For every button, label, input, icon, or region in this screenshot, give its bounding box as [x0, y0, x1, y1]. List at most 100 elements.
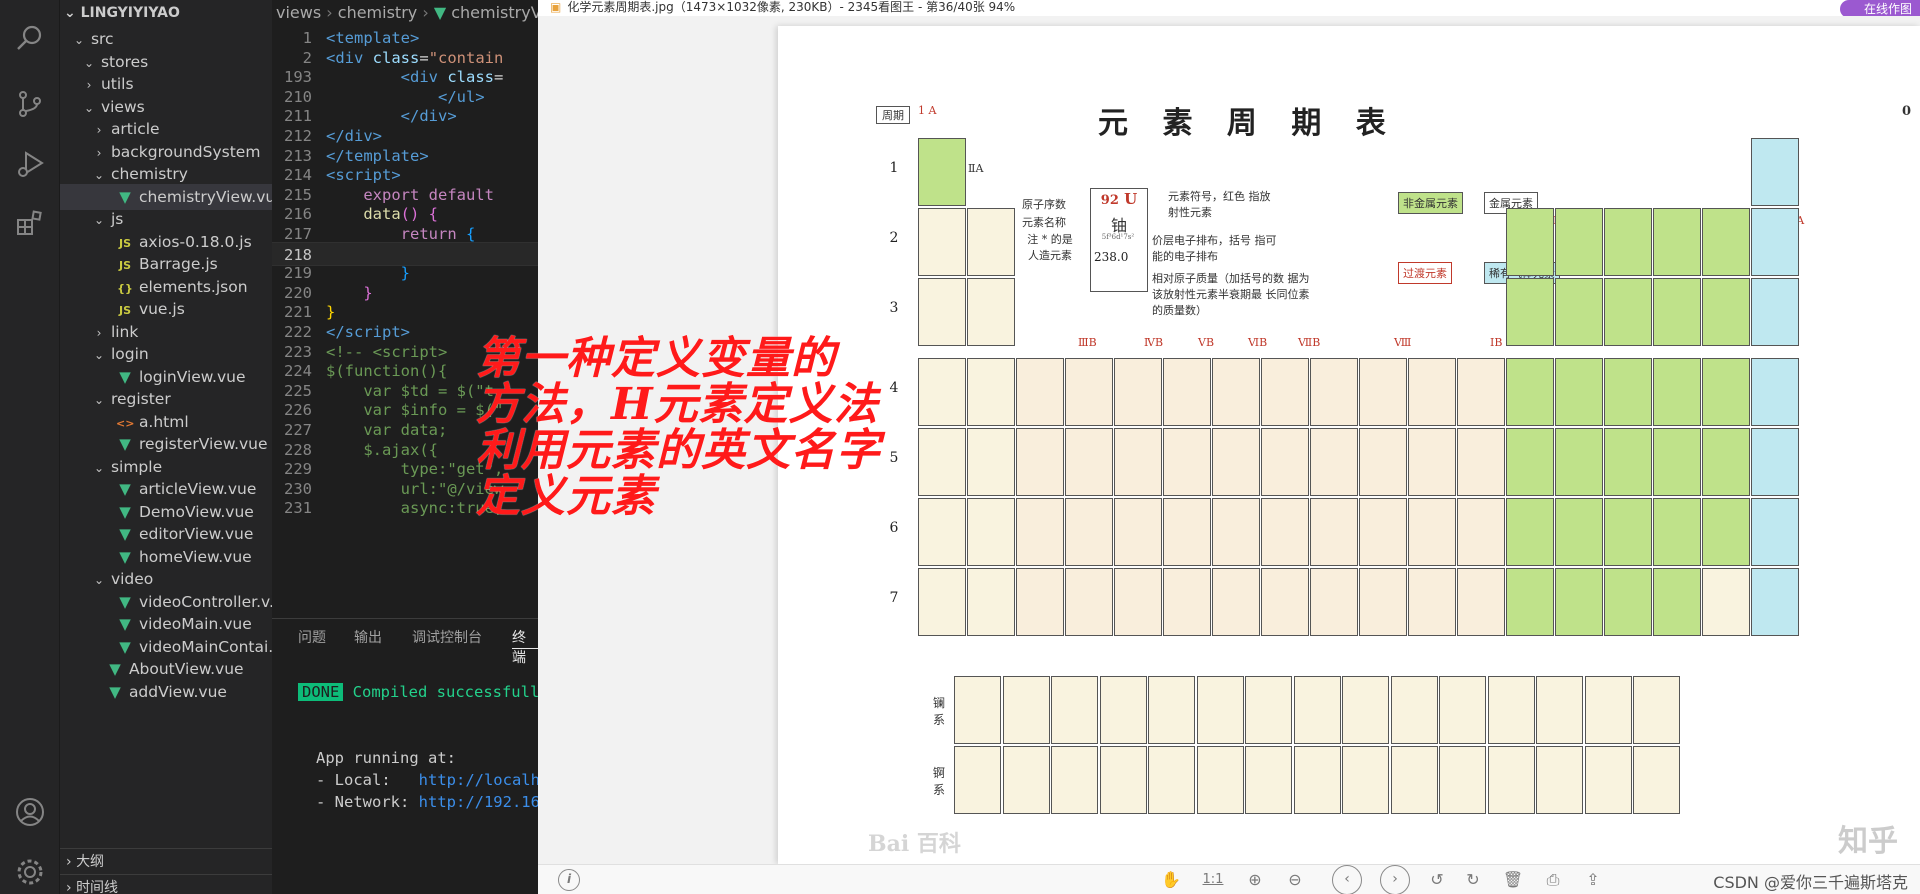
line-content: $(function(){ [326, 362, 448, 381]
tree-item-label: loginView.vue [138, 367, 246, 386]
previous-icon[interactable]: ‹ [1332, 865, 1362, 894]
element-cell [1487, 746, 1535, 814]
line-content: return { [400, 225, 476, 243]
element-cell [1702, 498, 1750, 566]
element-cell [1439, 746, 1486, 814]
line-content: var data; [326, 421, 448, 439]
group-label: ⅤB [1198, 336, 1215, 349]
tree-item-label: article [110, 120, 160, 138]
baidu-watermark: Bai 百科 [868, 831, 961, 857]
terminal-network-line: - Network: http://192.168 [316, 793, 538, 811]
breadcrumb-item[interactable]: chemistryV [451, 3, 538, 22]
tree-item-label: videoMainContai... [138, 637, 272, 656]
local-url[interactable]: http://localho [419, 771, 538, 789]
legend-symbol-note: 元素符号，红色 指放射性元素 [1168, 190, 1271, 219]
element-cell [1163, 358, 1211, 426]
delete-icon[interactable]: 🗑 [1502, 869, 1524, 891]
group-label: Ⅷ [1394, 336, 1412, 349]
tree-item-label: articleView.vue [138, 480, 257, 498]
share-icon[interactable]: ⇪ [1582, 869, 1604, 891]
tree-item-label: stores [100, 52, 149, 71]
element-cell [1359, 498, 1407, 566]
group-label: ⅣB [1144, 336, 1164, 349]
element-cell [1359, 568, 1407, 636]
element-cell [1212, 498, 1260, 566]
element-cell [1163, 568, 1211, 636]
explorer-root[interactable]: ⌄ LINGYIYIYAO [60, 2, 180, 24]
network-url[interactable]: http://192.168 [419, 793, 538, 811]
element-cell [1114, 568, 1162, 636]
element-cell [1196, 746, 1244, 814]
period-header: 周期 [876, 106, 910, 124]
element-cell [1702, 568, 1750, 636]
line-content: var $td = $("t [326, 381, 494, 400]
element-cell [1212, 428, 1260, 496]
element-cell [1653, 208, 1701, 276]
tab-problems[interactable]: 问题 [298, 627, 326, 649]
explorer-sidebar: ⌄ LINGYIYIYAO ⌄ src ⌄ stores › utils ⌄ view… [60, 0, 272, 894]
period-number: 1 [889, 160, 899, 176]
outline-section[interactable]: › 大纲 [60, 848, 272, 874]
line-content: $.ajax({ [326, 440, 438, 459]
element-cell [1506, 208, 1554, 276]
tree-item-label: registerView.vue [138, 435, 268, 453]
tab-terminal[interactable]: 终端 [512, 627, 538, 666]
tree-item-label: js [110, 210, 124, 228]
group-label: ⅠB [1490, 336, 1503, 349]
rotate-left-icon[interactable]: ↺ [1426, 869, 1448, 891]
code-editor[interactable]: views › chemistry › ▼ chemistryV 1 <templ… [272, 0, 538, 618]
element-cell [1555, 568, 1603, 636]
chevron-right-icon: › [66, 880, 72, 894]
file-item[interactable]: ▼ addView.vue [60, 679, 272, 705]
actual-size-button[interactable]: 1:1 [1198, 869, 1228, 891]
element-cell [1261, 358, 1309, 426]
tree-item-label: views [100, 97, 145, 116]
activity-bar [0, 0, 60, 894]
tree-item-label: homeView.vue [138, 547, 252, 566]
legend-artificial: 注 * 的是 人造元素 [1027, 233, 1073, 262]
zoom-in-icon[interactable]: ⊕ [1244, 869, 1266, 891]
print-icon[interactable]: ⎙ [1542, 869, 1564, 891]
tree-item-label: axios-0.18.0.js [138, 232, 252, 251]
element-cell [1555, 208, 1603, 276]
zoom-out-icon[interactable]: ⊖ [1284, 869, 1306, 891]
element-cell [1408, 498, 1456, 566]
element-cell [1408, 428, 1456, 496]
element-cell [1439, 676, 1486, 744]
run-debug-icon[interactable] [14, 148, 46, 180]
tab-output[interactable]: 输出 [354, 627, 382, 649]
element-cell [1457, 568, 1505, 636]
element-cell [1604, 498, 1652, 566]
gear-icon[interactable] [14, 856, 46, 888]
actinide-label: 锕系 [932, 766, 945, 797]
hand-pan-icon[interactable]: ✋ [1160, 869, 1182, 891]
element-cell [1653, 428, 1701, 496]
element-cell [1016, 428, 1064, 496]
element-cell [1653, 358, 1701, 426]
element-cell [1751, 208, 1799, 276]
element-cell [1342, 746, 1389, 814]
viewer-toolbar: i ✋ 1:1 ⊕ ⊖ ‹ › ↺ ↻ 🗑 ⎙ ⇪ CSDN @爱你三千遍斯塔克 [538, 864, 1920, 894]
element-cell [1536, 676, 1583, 744]
timeline-section[interactable]: › 时间线 [60, 874, 272, 894]
tab-debug-console[interactable]: 调试控制台 [412, 627, 482, 649]
breadcrumb-item[interactable]: chemistry [338, 3, 417, 22]
done-badge: DONE [298, 683, 344, 701]
element-cell [1536, 746, 1583, 814]
tree-item-label: utils [100, 75, 134, 93]
element-cell [954, 676, 1001, 744]
tree-item-label: src [90, 30, 114, 48]
rotate-right-icon[interactable]: ↻ [1462, 869, 1484, 891]
breadcrumb-item[interactable]: views [276, 3, 321, 22]
compiled-text: Compiled successfull [352, 683, 538, 701]
period-number: 6 [889, 520, 899, 536]
info-icon[interactable]: i [558, 869, 580, 891]
next-icon[interactable]: › [1380, 865, 1410, 894]
extensions-icon[interactable] [14, 208, 46, 240]
terminal-local-line: - Local: http://localho [316, 771, 538, 789]
group-2a-label: ⅡA [968, 162, 984, 175]
account-icon[interactable] [14, 796, 46, 828]
search-icon[interactable] [14, 22, 46, 54]
source-control-icon[interactable] [14, 88, 46, 120]
element-cell [1002, 676, 1050, 744]
